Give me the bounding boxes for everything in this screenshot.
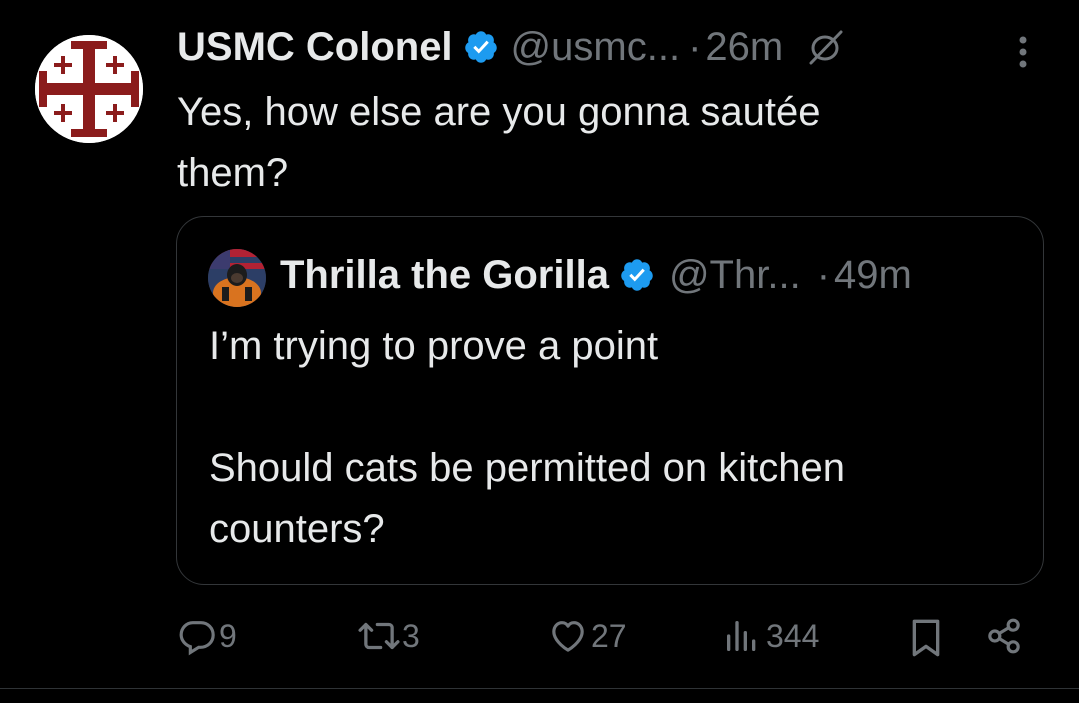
author-avatar[interactable] — [35, 35, 143, 143]
reply-count: 9 — [219, 617, 237, 654]
views-icon — [727, 621, 756, 651]
tweet-time[interactable]: 26m — [705, 25, 783, 70]
gorilla-avatar-icon — [208, 249, 266, 307]
tweet-text: Yes, how else are you gonna sautée them? — [177, 82, 977, 204]
repost-count: 3 — [402, 617, 420, 654]
divider — [0, 688, 1079, 689]
tweet-header: USMC Colonel @usmc... · 26m — [177, 22, 845, 72]
bookmark-button[interactable] — [910, 618, 942, 658]
quoted-tweet-time[interactable]: 49m — [834, 253, 912, 298]
quoted-text-line: counters? — [209, 507, 385, 551]
verified-badge-icon[interactable] — [619, 257, 655, 293]
separator: · — [688, 24, 702, 69]
jerusalem-cross-icon — [35, 35, 143, 143]
tweet-text-line: Yes, how else are you gonna sautée — [177, 90, 821, 134]
quoted-text-line: I’m trying to prove a point — [209, 324, 659, 368]
reply-button[interactable]: 9 — [177, 616, 237, 656]
views-button[interactable]: 344 — [722, 616, 819, 656]
like-count: 27 — [591, 617, 627, 654]
author-handle[interactable]: @usmc... — [511, 25, 681, 70]
separator: · — [816, 252, 831, 297]
quoted-text-line: Should cats be permitted on kitchen — [209, 446, 845, 490]
share-icon — [988, 618, 1020, 654]
repost-icon — [358, 622, 400, 650]
quoted-tweet-header: Thrilla the Gorilla @Thr... · 49m — [280, 248, 912, 302]
views-count: 344 — [766, 617, 820, 654]
share-button[interactable] — [984, 616, 1024, 656]
reply-icon — [179, 621, 215, 656]
verified-badge-icon[interactable] — [463, 29, 499, 65]
tweet-text-line: them? — [177, 151, 289, 195]
quoted-author-avatar[interactable] — [208, 249, 266, 307]
quoted-tweet-text: I’m trying to prove a point Should cats … — [209, 316, 1009, 560]
more-icon[interactable] — [1012, 34, 1034, 70]
mute-icon[interactable] — [805, 27, 845, 67]
quoted-author-handle[interactable]: @Thr... — [669, 253, 801, 298]
bookmark-icon — [912, 619, 940, 657]
like-button[interactable]: 27 — [547, 616, 627, 656]
author-name[interactable]: USMC Colonel — [177, 25, 453, 70]
quoted-author-name[interactable]: Thrilla the Gorilla — [280, 253, 609, 298]
action-bar: 9 3 27 344 — [0, 608, 1079, 668]
repost-button[interactable]: 3 — [356, 616, 420, 656]
like-icon — [552, 621, 584, 652]
